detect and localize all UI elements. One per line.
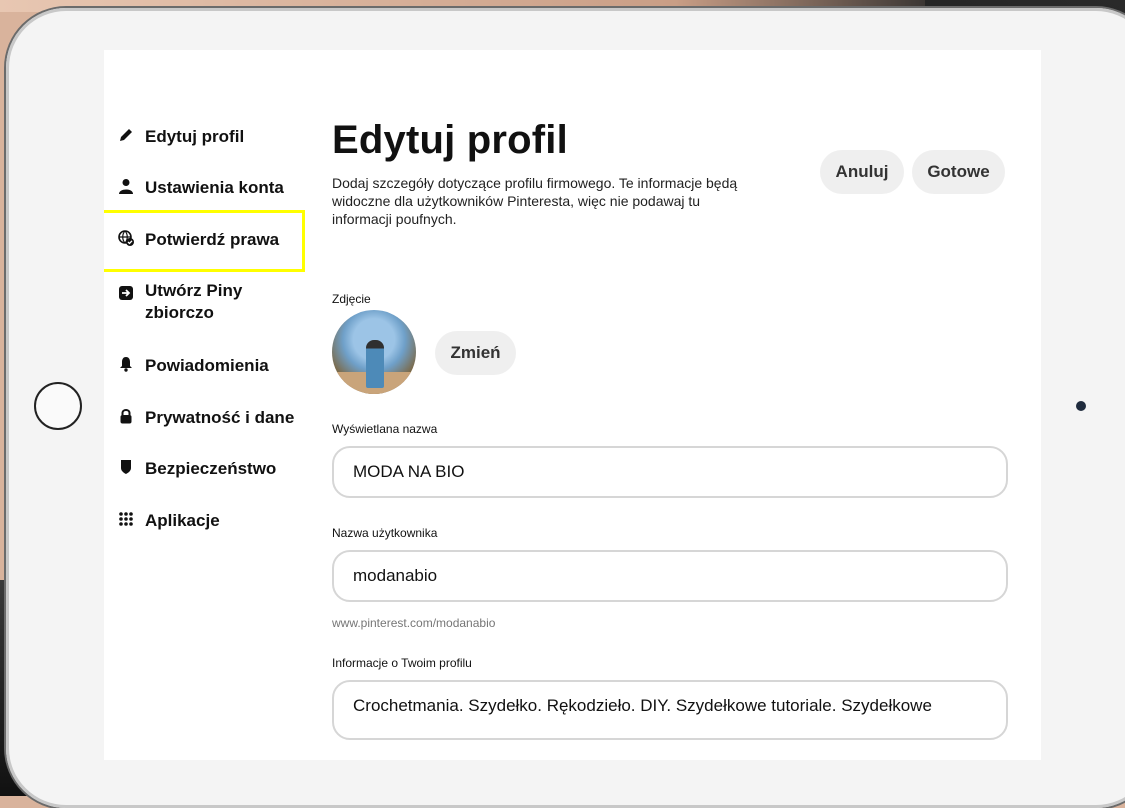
pencil-icon — [116, 126, 136, 143]
sidebar-item-privacy[interactable]: Prywatność i dane — [116, 407, 312, 429]
avatar — [332, 310, 416, 394]
about-label: Informacje o Twoim profilu — [332, 656, 472, 670]
lock-icon — [116, 407, 136, 424]
display-name-label: Wyświetlana nazwa — [332, 422, 438, 436]
import-icon — [116, 280, 136, 301]
sidebar-item-edit-profile[interactable]: Edytuj profil — [116, 126, 312, 148]
sidebar-item-apps[interactable]: Aplikacje — [116, 510, 312, 532]
done-button[interactable]: Gotowe — [912, 150, 1005, 194]
camera-icon — [1076, 401, 1086, 411]
sidebar-item-label: Edytuj profil — [145, 127, 245, 146]
shield-icon — [116, 458, 136, 475]
sidebar-item-security[interactable]: Bezpieczeństwo — [116, 458, 312, 480]
highlight-box — [104, 210, 305, 272]
sidebar-item-label: Utwórz Piny zbiorczo — [145, 281, 243, 322]
about-field[interactable]: Crochetmania. Szydełko. Rękodzieło. DIY.… — [332, 680, 1008, 740]
display-name-field[interactable]: MODA NA BIO — [332, 446, 1008, 498]
username-label: Nazwa użytkownika — [332, 526, 438, 540]
sidebar-item-label: Bezpieczeństwo — [145, 459, 277, 478]
change-photo-button[interactable]: Zmień — [435, 331, 516, 375]
cancel-button[interactable]: Anuluj — [820, 150, 904, 194]
profile-url: www.pinterest.com/modanabio — [332, 616, 496, 630]
edit-profile-form: Edytuj profil Dodaj szczegóły dotyczące … — [332, 50, 1041, 760]
home-button[interactable] — [34, 382, 82, 430]
sidebar-item-label: Powiadomienia — [145, 356, 269, 375]
sidebar-item-label: Ustawienia konta — [145, 178, 284, 197]
user-icon — [116, 177, 136, 194]
photo-label: Zdjęcie — [332, 292, 371, 306]
username-field[interactable]: modanabio — [332, 550, 1008, 602]
page-title: Edytuj profil — [332, 118, 568, 162]
screen: Edytuj profil Ustawienia konta Potwierdź… — [104, 50, 1041, 760]
sidebar-item-account-settings[interactable]: Ustawienia konta — [116, 177, 312, 199]
sidebar-item-bulk-create[interactable]: Utwórz Piny zbiorczo — [116, 280, 312, 324]
bell-icon — [116, 355, 136, 372]
page-description: Dodaj szczegóły dotyczące profilu firmow… — [332, 175, 738, 227]
grid-dots-icon — [116, 510, 136, 527]
settings-sidebar: Edytuj profil Ustawienia konta Potwierdź… — [104, 50, 314, 760]
sidebar-item-label: Prywatność i dane — [145, 408, 295, 427]
sidebar-item-notifications[interactable]: Powiadomienia — [116, 355, 312, 377]
sidebar-item-label: Aplikacje — [145, 511, 220, 530]
